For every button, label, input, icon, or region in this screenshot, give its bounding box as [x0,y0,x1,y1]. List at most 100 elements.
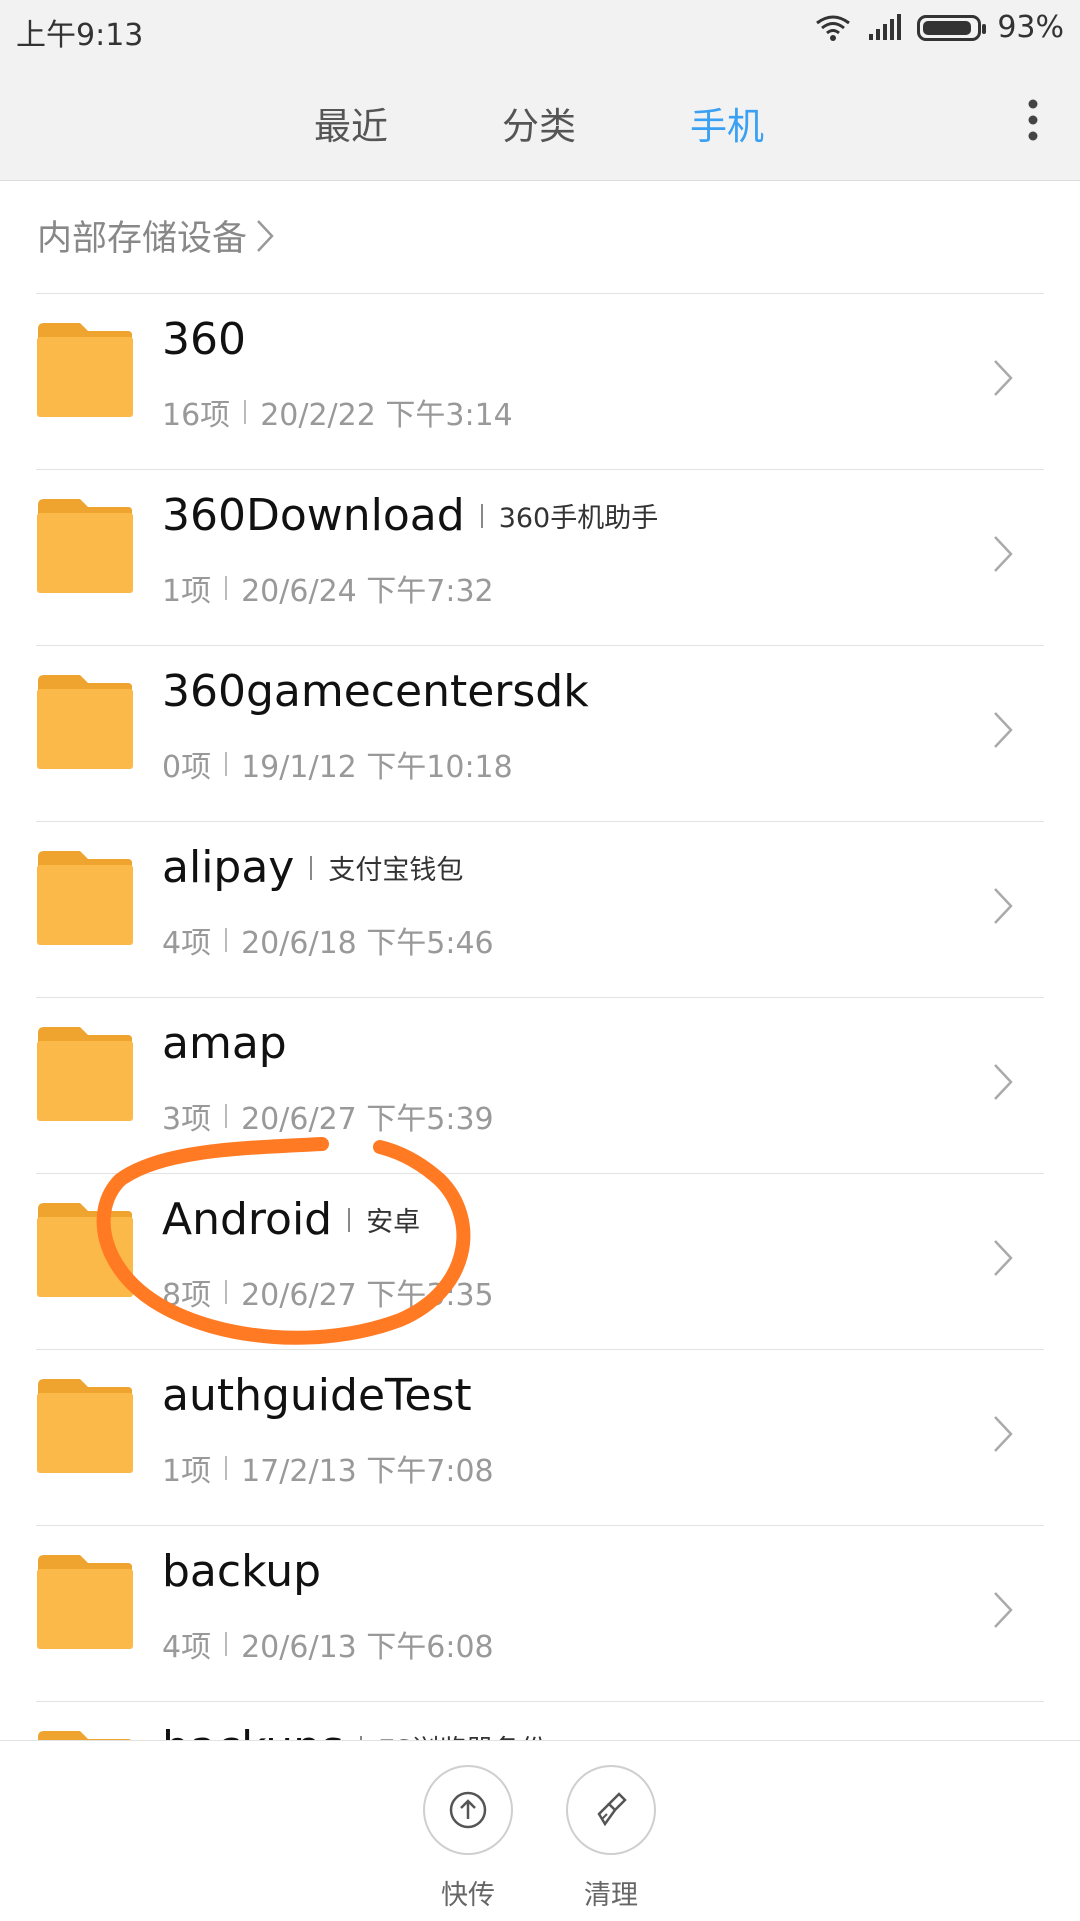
signal-icon [869,13,902,40]
folder-row[interactable]: 360gamecentersdk 0项 19/1/12 下午10:18 [36,646,1044,822]
folder-icon [37,1555,133,1649]
folder-icon [38,1731,131,1740]
folder-name-line: authguideTest [162,1370,472,1421]
chevron-right-icon [994,888,1013,924]
clean-button[interactable]: 清理 [563,1765,659,1912]
folder-name-line: 360 [162,314,246,365]
folder-row[interactable]: alipay 支付宝钱包 4项 20/6/18 下午5:46 [36,822,1044,998]
folder-name-line: Android 安卓 [162,1194,420,1245]
folder-meta: 3项 20/6/27 下午5:39 [162,1094,494,1138]
clean-label: 清理 [584,1880,638,1911]
folder-row[interactable]: 360Download 360手机助手 1项 20/6/24 下午7:32 [36,470,1044,646]
folder-name-line: backup [162,1546,321,1597]
meta-separator [225,928,228,952]
wifi-icon [816,15,851,41]
folder-row[interactable]: backup 4项 20/6/13 下午6:08 [36,1526,1044,1702]
chevron-right-icon [994,1064,1013,1100]
folder-name-line: backups ES浏览器备份 [162,1722,547,1740]
folder-item-count: 4项 [162,1630,212,1665]
tag-separator [310,855,313,880]
clean-circle [566,1765,656,1855]
status-bar: 上午9:13 93% [0,0,1080,58]
battery-icon [917,14,987,41]
folder-item-count: 1项 [162,574,212,609]
folder-item-count: 0项 [162,750,212,785]
folder-modified-date: 20/6/13 下午6:08 [241,1630,494,1665]
meta-separator [225,576,228,600]
folder-row[interactable]: amap 3项 20/6/27 下午5:39 [36,998,1044,1174]
folder-icon [37,851,133,945]
meta-separator [244,400,247,424]
folder-name-line: alipay 支付宝钱包 [162,842,463,893]
battery-level-fill [923,20,972,35]
folder-name: 360gamecentersdk [162,666,589,717]
folder-modified-date: 17/2/13 下午7:08 [241,1454,494,1489]
folder-meta: 16项 20/2/22 下午3:14 [162,390,513,434]
folder-row[interactable]: backups ES浏览器备份 [36,1702,1044,1740]
folder-item-count: 8项 [162,1278,212,1313]
status-time: 上午9:13 [16,18,144,53]
battery-percent: 93% [997,10,1064,45]
folder-app-tag: 360手机助手 [498,503,659,534]
meta-separator [225,1280,228,1304]
folder-row[interactable]: 360 16项 20/2/22 下午3:14 [36,294,1044,470]
folder-modified-date: 20/6/27 下午3:35 [241,1278,494,1313]
chevron-right-icon [994,360,1013,396]
quick-share-label: 快传 [441,1880,495,1911]
quick-share-circle [423,1765,513,1855]
folder-list[interactable]: 360 16项 20/2/22 下午3:14 360Download 360手机… [0,294,1080,1740]
folder-name: backups [162,1722,344,1740]
folder-name: amap [162,1018,287,1069]
folder-name: backup [162,1546,322,1597]
quick-share-button[interactable]: 快传 [420,1765,516,1912]
folder-item-count: 16项 [162,398,231,433]
chevron-right-icon [994,536,1013,572]
folder-name: Android [162,1194,333,1245]
upload-icon [449,1791,487,1829]
folder-name: 360 [162,314,246,365]
folder-meta: 1项 17/2/13 下午7:08 [162,1446,494,1490]
folder-modified-date: 19/1/12 下午10:18 [241,750,513,785]
meta-separator [225,1104,228,1128]
folder-name: alipay [162,842,295,893]
folder-icon [37,675,133,769]
meta-separator [225,1456,228,1480]
folder-name-line: 360gamecentersdk [162,666,589,717]
folder-icon [37,1027,133,1121]
folder-meta: 0项 19/1/12 下午10:18 [162,742,513,786]
folder-meta: 8项 20/6/27 下午3:35 [162,1270,494,1314]
tab-phone[interactable]: 手机 [690,96,764,150]
meta-separator [225,1632,228,1656]
folder-meta: 4项 20/6/18 下午5:46 [162,918,494,962]
tag-separator [480,503,483,528]
tab-recent[interactable]: 最近 [314,96,388,150]
folder-icon [37,1203,133,1297]
breadcrumb[interactable]: 内部存储设备 [37,210,275,261]
chevron-right-icon [994,1592,1013,1628]
tab-category[interactable]: 分类 [502,96,576,150]
folder-modified-date: 20/6/24 下午7:32 [241,574,494,609]
folder-icon [37,323,133,417]
folder-icon [37,1379,133,1473]
folder-modified-date: 20/2/22 下午3:14 [260,398,513,433]
folder-name: authguideTest [162,1370,472,1421]
folder-icon [37,499,133,593]
chevron-right-icon [994,1240,1013,1276]
broom-icon [597,1792,627,1827]
status-icons: 93% [815,10,1064,45]
chevron-right-icon [257,219,274,252]
folder-app-tag: 支付宝钱包 [328,855,464,886]
folder-row[interactable]: Android 安卓 8项 20/6/27 下午3:35 [36,1174,1044,1350]
chevron-right-icon [994,1416,1013,1452]
folder-name: 360Download [162,490,465,541]
tag-separator [348,1207,351,1232]
tab-bar: 最近 分类 手机 [0,58,1080,181]
bottom-action-bar: 快传 清理 [0,1740,1080,1921]
folder-row[interactable]: authguideTest 1项 17/2/13 下午7:08 [36,1350,1044,1526]
folder-meta: 1项 20/6/24 下午7:32 [162,566,494,610]
breadcrumb-label: 内部存储设备 [37,219,248,259]
more-vertical-icon[interactable] [1026,98,1040,142]
folder-meta: 4项 20/6/13 下午6:08 [162,1622,494,1666]
folder-item-count: 4项 [162,926,212,961]
folder-app-tag: 安卓 [366,1207,421,1238]
